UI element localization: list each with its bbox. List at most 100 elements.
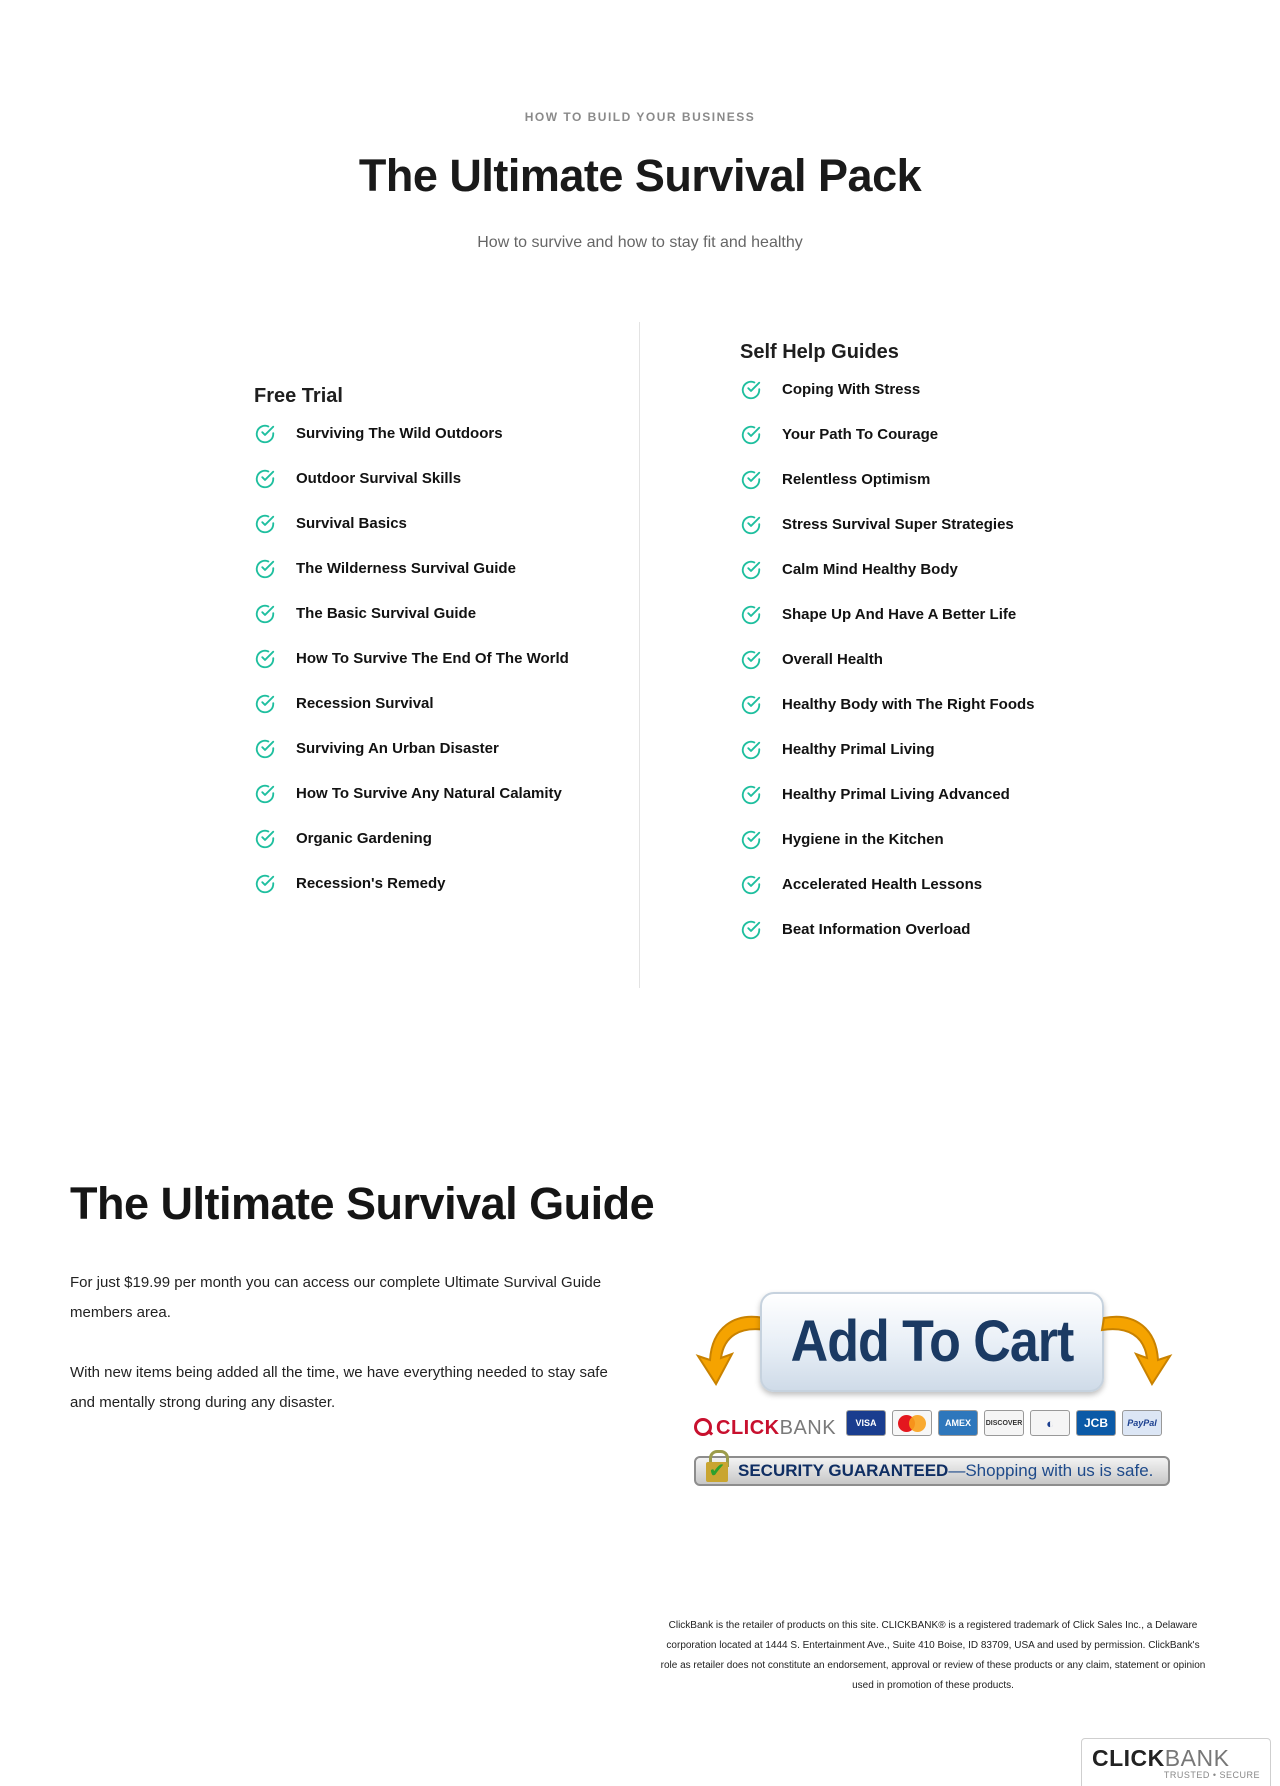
clickbank-logo-thin: BANK [779, 1417, 837, 1439]
mastercard-icon [892, 1410, 932, 1436]
page-title: The Ultimate Survival Pack [358, 150, 922, 201]
free-trial-item: Outdoor Survival Skills [254, 469, 624, 514]
magnifier-icon [694, 1418, 716, 1440]
check-circle-icon [741, 785, 761, 805]
free-trial-list: Surviving The Wild Outdoors Outdoor Survi… [254, 424, 624, 919]
self-help-item-label: Healthy Primal Living [782, 741, 935, 758]
free-trial-item: How To Survive Any Natural Calamity [254, 784, 624, 829]
self-help-column: Self Help Guides Coping With Stress Your … [740, 340, 1140, 965]
self-help-item-label: Relentless Optimism [782, 471, 931, 488]
check-circle-icon [741, 695, 761, 715]
free-trial-item-label: Surviving An Urban Disaster [296, 740, 499, 757]
check-circle-icon [741, 650, 761, 670]
self-help-list: Coping With Stress Your Path To Courage Re… [740, 380, 1140, 965]
guide-paragraph-features: With new items being added all the time,… [70, 1364, 608, 1411]
badge-name-bold: CLICK [1092, 1745, 1165, 1771]
check-circle-icon [741, 380, 761, 400]
self-help-item: Healthy Body with The Right Foods [740, 695, 1140, 740]
security-guaranteed-banner: SECURITY GUARANTEED—Shopping with us is … [694, 1450, 1170, 1486]
free-trial-item: Surviving An Urban Disaster [254, 739, 624, 784]
self-help-item: Accelerated Health Lessons [740, 875, 1140, 920]
padlock-check-icon [704, 1450, 732, 1486]
guide-title: The Ultimate Survival Guide [70, 1178, 655, 1229]
amex-icon: AMEX [938, 1410, 978, 1436]
self-help-item-label: Hygiene in the Kitchen [782, 831, 944, 848]
check-circle-icon [741, 920, 761, 940]
free-trial-item: Recession's Remedy [254, 874, 624, 919]
check-circle-icon [741, 875, 761, 895]
check-circle-icon [741, 605, 761, 625]
self-help-item: Healthy Primal Living [740, 740, 1140, 785]
visa-icon: VISA [846, 1410, 886, 1436]
check-circle-icon [255, 469, 275, 489]
free-trial-item-label: Surviving The Wild Outdoors [296, 425, 503, 442]
free-trial-item-label: The Wilderness Survival Guide [296, 560, 516, 577]
check-circle-icon [255, 424, 275, 444]
self-help-heading: Self Help Guides [740, 341, 899, 363]
free-trial-column: Free Trial Surviving The Wild Outdoors Ou… [254, 384, 624, 919]
clickbank-trust-badge[interactable]: CLICKBANK TRUSTED • SECURE [1081, 1738, 1271, 1786]
check-circle-icon [255, 739, 275, 759]
free-trial-item-label: How To Survive The End Of The World [296, 650, 569, 667]
eyebrow-text: HOW TO BUILD YOUR BUSINESS [524, 110, 756, 124]
guide-paragraph-price: For just $19.99 per month you can access… [70, 1274, 602, 1321]
page-subtitle: How to survive and how to stay fit and h… [477, 234, 803, 251]
discover-icon: DISCOVER [984, 1410, 1024, 1436]
self-help-item-label: Your Path To Courage [782, 426, 939, 443]
self-help-item-label: Beat Information Overload [782, 921, 971, 938]
self-help-item-label: Calm Mind Healthy Body [782, 561, 958, 578]
badge-name-thin: BANK [1164, 1745, 1230, 1771]
self-help-item: Relentless Optimism [740, 470, 1140, 515]
add-to-cart-area: Add To Cart CLICKBANK VISA AMEX DISCOVER… [694, 1290, 1174, 1490]
self-help-item: Your Path To Courage [740, 425, 1140, 470]
check-circle-icon [255, 874, 275, 894]
check-circle-icon [255, 604, 275, 624]
self-help-item-label: Healthy Primal Living Advanced [782, 786, 1010, 803]
check-circle-icon [741, 470, 761, 490]
check-circle-icon [255, 559, 275, 579]
check-circle-icon [741, 425, 761, 445]
free-trial-item: How To Survive The End Of The World [254, 649, 624, 694]
free-trial-item-label: Recession Survival [296, 695, 434, 712]
self-help-item: Healthy Primal Living Advanced [740, 785, 1140, 830]
card-logos: VISA AMEX DISCOVER ◐ JCB PayPal [846, 1410, 1162, 1436]
check-circle-icon [255, 649, 275, 669]
diners-icon: ◐ [1030, 1410, 1070, 1436]
security-strong-text: SECURITY GUARANTEED [738, 1461, 949, 1480]
arrow-right-icon [1100, 1315, 1173, 1386]
self-help-item-label: Coping With Stress [782, 381, 921, 398]
self-help-item: Calm Mind Healthy Body [740, 560, 1140, 605]
self-help-item: Coping With Stress [740, 380, 1140, 425]
self-help-item: Shape Up And Have A Better Life [740, 605, 1140, 650]
check-circle-icon [255, 784, 275, 804]
check-circle-icon [255, 829, 275, 849]
column-divider [639, 322, 640, 988]
self-help-item-label: Overall Health [782, 651, 883, 668]
check-circle-icon [741, 560, 761, 580]
self-help-item-label: Stress Survival Super Strategies [782, 516, 1014, 533]
security-light-text: —Shopping with us is safe. [948, 1461, 1154, 1480]
check-circle-icon [741, 830, 761, 850]
free-trial-heading: Free Trial [254, 385, 343, 407]
self-help-item: Hygiene in the Kitchen [740, 830, 1140, 875]
self-help-item-label: Healthy Body with The Right Foods [782, 696, 1035, 713]
free-trial-item-label: Survival Basics [296, 515, 407, 532]
self-help-item-label: Shape Up And Have A Better Life [782, 606, 1017, 623]
clickbank-logo: CLICKBANK [694, 1406, 844, 1440]
jcb-icon: JCB [1076, 1410, 1116, 1436]
check-circle-icon [741, 515, 761, 535]
free-trial-item-label: The Basic Survival Guide [296, 605, 477, 622]
free-trial-item: The Basic Survival Guide [254, 604, 624, 649]
clickbank-disclaimer: ClickBank is the retailer of products on… [660, 1620, 1206, 1691]
free-trial-item: Survival Basics [254, 514, 624, 559]
free-trial-item-label: Outdoor Survival Skills [296, 470, 462, 487]
free-trial-item: The Wilderness Survival Guide [254, 559, 624, 604]
add-to-cart-button[interactable]: Add To Cart [760, 1292, 1104, 1392]
free-trial-item: Surviving The Wild Outdoors [254, 424, 624, 469]
free-trial-item-label: How To Survive Any Natural Calamity [296, 785, 562, 802]
clickbank-logo-bold: CLICK [716, 1417, 780, 1439]
free-trial-item: Recession Survival [254, 694, 624, 739]
check-circle-icon [255, 694, 275, 714]
payment-methods-row: CLICKBANK VISA AMEX DISCOVER ◐ JCB PayPa… [694, 1406, 1174, 1440]
self-help-item: Stress Survival Super Strategies [740, 515, 1140, 560]
